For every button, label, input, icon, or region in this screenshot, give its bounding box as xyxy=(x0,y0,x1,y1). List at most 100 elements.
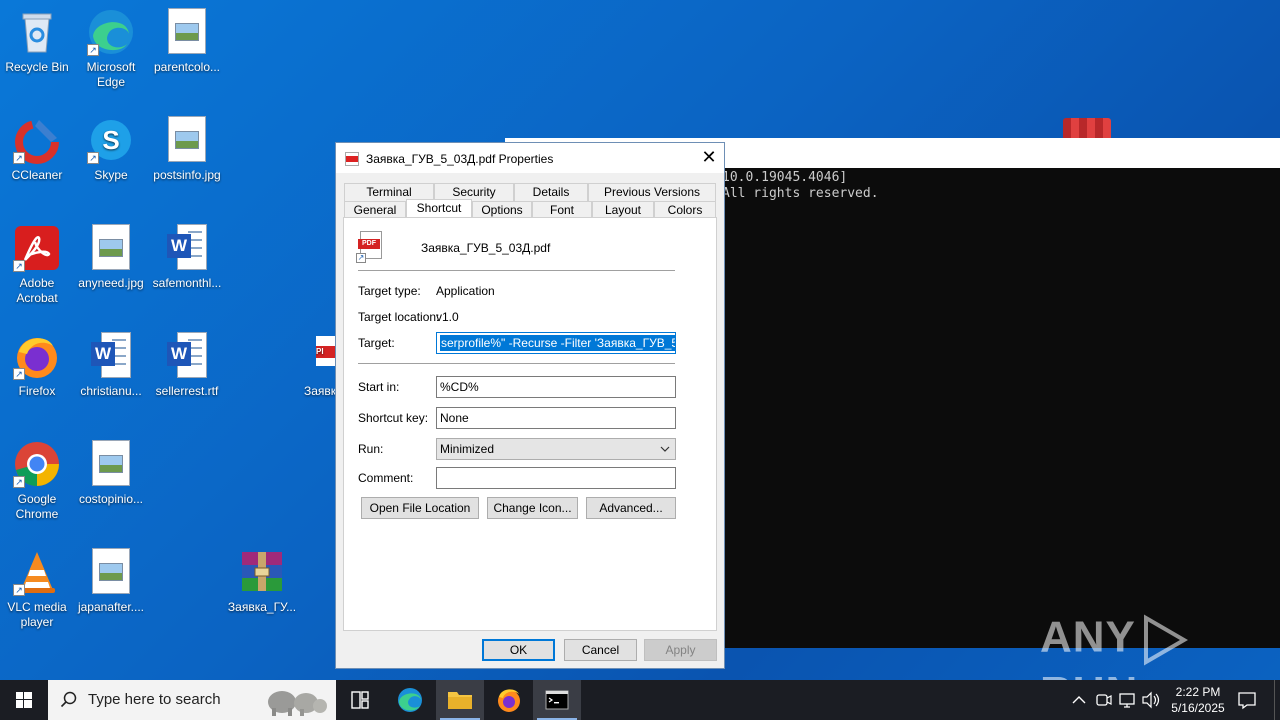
pdf-title-icon xyxy=(345,152,359,166)
shortcut-key-label: Shortcut key: xyxy=(358,411,429,425)
comment-field[interactable] xyxy=(436,467,676,489)
desktop-icon-firefox[interactable]: ↗ Firefox xyxy=(0,332,74,399)
desktop-icon-zayavka-archive[interactable]: Заявка_ГУ... xyxy=(225,548,299,615)
skype-icon: S ↗ xyxy=(87,116,135,164)
divider xyxy=(358,270,675,271)
desktop-icon-label: Заявк xyxy=(304,384,336,398)
shortcut-arrow-icon: ↗ xyxy=(13,368,25,380)
desktop-icon-recycle-bin[interactable]: Recycle Bin xyxy=(0,8,74,75)
desktop-icon-label: Adobe Acrobat xyxy=(16,276,58,305)
search-placeholder: Type here to search xyxy=(88,691,221,708)
dialog-title: Заявка_ГУВ_5_03Д.pdf Properties xyxy=(366,152,554,166)
taskbar-command-prompt[interactable] xyxy=(533,680,581,720)
desktop-icon-safemonthl[interactable]: W safemonthl... xyxy=(150,224,224,291)
desktop-icon-label: Skype xyxy=(94,168,128,182)
firefox-icon: ↗ xyxy=(13,332,61,380)
desktop-icon-label: anyneed.jpg xyxy=(78,276,144,290)
desktop-icon-anyneed[interactable]: anyneed.jpg xyxy=(74,224,148,291)
desktop-icon-vlc[interactable]: ↗ VLC media player xyxy=(0,548,74,630)
target-type-value: Application xyxy=(436,284,495,298)
run-label: Run: xyxy=(358,442,384,456)
taskbar-edge[interactable] xyxy=(386,680,434,720)
desktop-icon-sellerrest[interactable]: W sellerrest.rtf xyxy=(150,332,224,399)
console-line: 10.0.19045.4046] xyxy=(722,170,848,185)
target-field[interactable]: serprofile%" -Recurse -Filter 'Заявка_ГУ… xyxy=(436,332,676,354)
shortcut-arrow-icon: ↗ xyxy=(13,260,25,272)
shortcut-arrow-icon: ↗ xyxy=(356,253,366,263)
desktop-icon-japanafter[interactable]: japanafter.... xyxy=(74,548,148,615)
vlc-icon: ↗ xyxy=(13,548,61,596)
desktop-icon-google-chrome[interactable]: ↗ Google Chrome xyxy=(0,440,74,522)
windows-logo-icon xyxy=(16,692,32,708)
word-file-icon: W xyxy=(163,332,211,380)
run-select[interactable]: Minimized xyxy=(436,438,676,460)
desktop-icon-zayavk-partial[interactable]: PI Заявк xyxy=(296,332,336,399)
pdf-badge: PDF xyxy=(358,239,380,249)
tab-details[interactable]: Details xyxy=(514,183,588,201)
desktop-icon-label: Microsoft Edge xyxy=(86,60,136,89)
tab-previous-versions[interactable]: Previous Versions xyxy=(588,183,716,201)
start-in-label: Start in: xyxy=(358,380,400,394)
start-in-field[interactable]: %CD% xyxy=(436,376,676,398)
shortcut-key-field[interactable]: None xyxy=(436,407,676,429)
volume-button[interactable] xyxy=(1140,680,1162,720)
desktop-icon-costopinio[interactable]: costopinio... xyxy=(74,440,148,507)
show-hidden-icons-button[interactable] xyxy=(1068,680,1090,720)
tray-app-button[interactable] xyxy=(1092,680,1114,720)
desktop-icon-postsinfo[interactable]: postsinfo.jpg xyxy=(150,116,224,183)
console-window[interactable]: 10.0.19045.4046] All rights reserved. xyxy=(720,168,1280,648)
apply-button[interactable]: Apply xyxy=(644,639,717,661)
notifications-button[interactable] xyxy=(1236,680,1258,720)
desktop-icon-label: postsinfo.jpg xyxy=(153,168,221,182)
elephants-illustration-icon xyxy=(268,691,327,716)
advanced-button[interactable]: Advanced... xyxy=(586,497,676,519)
close-icon[interactable]: ✕ xyxy=(694,143,724,173)
image-file-icon xyxy=(87,440,135,488)
edge-icon xyxy=(398,688,422,712)
network-button[interactable] xyxy=(1116,680,1138,720)
task-view-icon xyxy=(351,691,369,709)
watermark-text-left: ANY xyxy=(1040,612,1136,662)
cancel-button[interactable]: Cancel xyxy=(564,639,637,661)
desktop-icon-edge[interactable]: ↗ Microsoft Edge xyxy=(74,8,148,90)
task-view-button[interactable] xyxy=(336,680,384,720)
network-icon xyxy=(1119,693,1135,708)
shortcut-arrow-icon: ↗ xyxy=(87,44,99,56)
terminal-icon xyxy=(545,690,569,710)
desktop-icon-ccleaner[interactable]: ↗ CCleaner xyxy=(0,116,74,183)
start-button[interactable] xyxy=(0,680,48,720)
show-desktop-button[interactable] xyxy=(1274,680,1280,720)
desktop-icon-christianu[interactable]: W christianu... xyxy=(74,332,148,399)
dialog-title-bar[interactable]: Заявка_ГУВ_5_03Д.pdf Properties ✕ xyxy=(336,143,724,173)
chevron-down-icon xyxy=(660,439,670,459)
desktop-icon-label: japanafter.... xyxy=(77,600,145,614)
word-file-icon: W xyxy=(87,332,135,380)
folder-icon xyxy=(448,692,472,709)
shortcut-arrow-icon: ↗ xyxy=(13,476,25,488)
target-type-label: Target type: xyxy=(358,284,421,298)
desktop-icon-parentcolo[interactable]: parentcolo... xyxy=(150,8,224,75)
properties-dialog[interactable]: Заявка_ГУВ_5_03Д.pdf Properties ✕ Termin… xyxy=(335,142,725,669)
meet-now-icon xyxy=(1096,694,1112,706)
image-file-icon xyxy=(163,116,211,164)
open-file-location-button[interactable]: Open File Location xyxy=(361,497,479,519)
change-icon-button[interactable]: Change Icon... xyxy=(487,497,578,519)
desktop-icon-label: parentcolo... xyxy=(153,60,221,74)
chrome-icon: ↗ xyxy=(13,440,61,488)
ok-button[interactable]: OK xyxy=(482,639,555,661)
target-label: Target: xyxy=(358,336,395,350)
ccleaner-icon: ↗ xyxy=(13,116,61,164)
shortcut-arrow-icon: ↗ xyxy=(13,584,25,596)
target-field-value: serprofile%" -Recurse -Filter 'Заявка_ГУ… xyxy=(440,335,675,351)
desktop-icon-skype[interactable]: S ↗ Skype xyxy=(74,116,148,183)
desktop-icon-label: safemonthl... xyxy=(152,276,222,290)
desktop-icon-adobe-acrobat[interactable]: ↗ Adobe Acrobat xyxy=(0,224,74,306)
taskbar-search-box[interactable]: Type here to search xyxy=(48,680,336,720)
taskbar-clock[interactable]: 2:22 PM 5/16/2025 xyxy=(1160,684,1236,716)
word-file-icon: W xyxy=(163,224,211,272)
taskbar-file-explorer[interactable] xyxy=(436,680,484,720)
pdf-file-icon: PI xyxy=(316,332,336,380)
desktop-icon-label: Заявка_ГУ... xyxy=(227,600,297,614)
speaker-icon xyxy=(1142,691,1160,709)
taskbar-firefox[interactable] xyxy=(485,680,533,720)
